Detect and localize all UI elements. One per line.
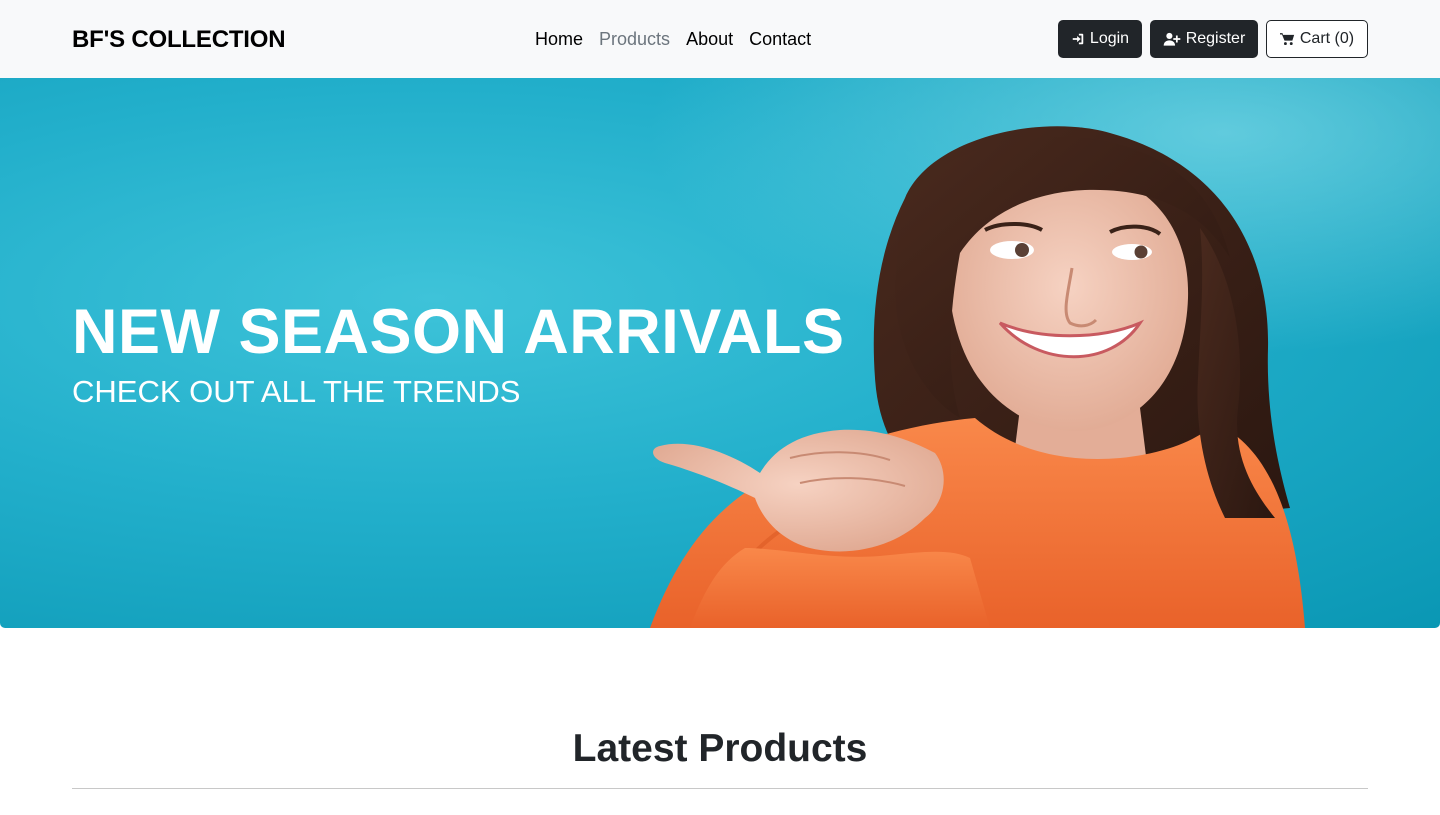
nav-link-home[interactable]: Home (535, 29, 583, 50)
hero-subtitle: CHECK OUT ALL THE TRENDS (72, 374, 521, 409)
shopping-cart-icon (1279, 32, 1295, 46)
sign-in-icon (1071, 32, 1085, 46)
nav-link-products[interactable]: Products (599, 29, 670, 50)
user-plus-icon (1163, 32, 1181, 46)
register-label: Register (1185, 30, 1246, 47)
hero-banner: NEW SEASON ARRIVALS CHECK OUT ALL THE TR… (0, 78, 1440, 628)
section-title: Latest Products (572, 727, 868, 770)
login-button[interactable]: Login (1058, 20, 1142, 58)
nav-link-about[interactable]: About (686, 29, 733, 50)
hero-title: NEW SEASON ARRIVALS (72, 297, 845, 367)
cart-button[interactable]: Cart (0) (1266, 20, 1368, 58)
nav-links: Home Products About Contact (535, 29, 811, 50)
section-divider (72, 788, 1368, 789)
nav-link-contact[interactable]: Contact (749, 29, 811, 50)
login-label: Login (1089, 30, 1130, 47)
brand-logo[interactable]: BF'S COLLECTION (72, 26, 286, 54)
register-button[interactable]: Register (1150, 20, 1258, 58)
navbar: BF'S COLLECTION Home Products About Cont… (0, 0, 1440, 78)
cart-label: Cart (0) (1299, 30, 1355, 47)
